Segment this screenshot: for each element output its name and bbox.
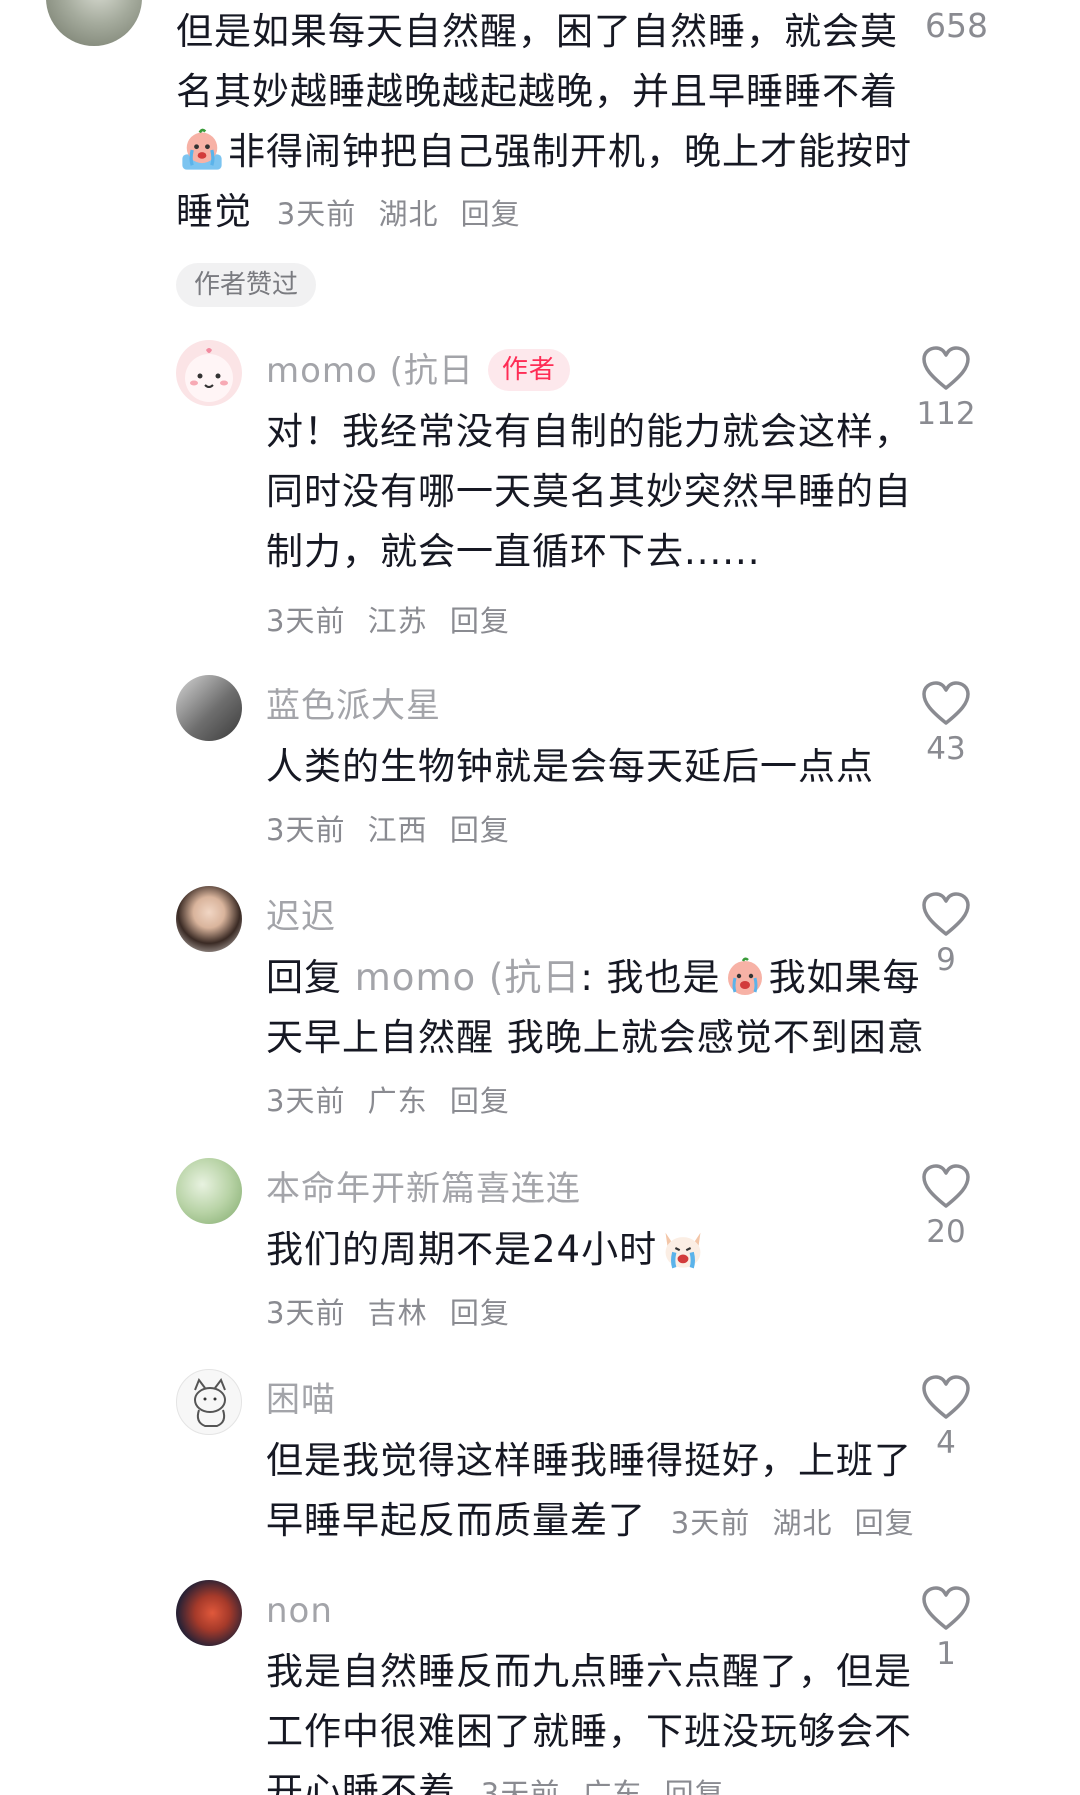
timestamp: 3天前 — [266, 813, 346, 847]
like-count: 658 — [925, 6, 988, 45]
comment-meta: 3天前 吉林 回复 — [266, 1290, 522, 1332]
reply-prefix: 回复 — [266, 956, 342, 999]
heart-icon — [922, 346, 970, 390]
location: 吉林 — [367, 1296, 428, 1330]
author-liked-badge: 作者赞过 — [176, 263, 317, 307]
comment-meta: 3天前 江苏 回复 — [266, 598, 522, 640]
reply-button[interactable]: 回复 — [461, 197, 521, 231]
like-button[interactable]: 112 — [916, 346, 976, 432]
heart-icon — [922, 892, 970, 936]
avatar[interactable] — [176, 886, 242, 952]
timestamp: 3天前 — [266, 1296, 346, 1330]
reply-button[interactable]: 回复 — [450, 604, 510, 638]
crying-dog-emoji-icon — [665, 1232, 701, 1269]
location: 湖北 — [772, 1506, 833, 1540]
comment-meta: 3天前 广东 回复 — [266, 1078, 522, 1120]
like-button[interactable]: 9 — [916, 892, 976, 978]
heart-icon — [922, 1375, 970, 1419]
crying-emoji-icon — [727, 957, 762, 995]
heart-icon — [922, 681, 970, 725]
username[interactable]: momo (抗日 作者 — [266, 347, 570, 395]
avatar[interactable] — [46, 0, 142, 46]
like-count: 112 — [916, 396, 976, 432]
timestamp: 3天前 — [266, 1084, 346, 1118]
timestamp: 3天前 — [670, 1506, 751, 1540]
reply-button[interactable]: 回复 — [450, 1084, 510, 1118]
reply-button[interactable]: 回复 — [450, 1296, 510, 1330]
crying-emoji-icon — [182, 128, 222, 170]
username[interactable]: 蓝色派大星 — [266, 682, 441, 730]
pink-character-icon — [185, 348, 233, 402]
like-count: 4 — [936, 1425, 956, 1461]
comment-meta: 3天前 江西 回复 — [266, 807, 522, 849]
like-button[interactable]: 1 — [916, 1586, 976, 1672]
comment-text: 回复 momo (抗日: 我也是 我如果每 天早上自然醒 我晚上就会感觉不到困意 — [266, 956, 925, 1059]
reply-to-username[interactable]: momo (抗日 — [355, 956, 581, 999]
comment-meta: 3天前 湖北 回复 — [671, 1506, 927, 1540]
timestamp: 3天前 — [266, 604, 346, 638]
comment-text: 但是如果每天自然醒，困了自然睡，就会莫 名其妙越睡越晚越起越晚，并且早睡睡不着 … — [176, 10, 912, 233]
comment-text: 人类的生物钟就是会每天延后一点点 — [266, 745, 874, 788]
like-count: 43 — [926, 731, 966, 767]
like-count: 9 — [936, 942, 956, 978]
location: 广东 — [582, 1777, 643, 1795]
reply-button[interactable]: 回复 — [450, 813, 510, 847]
username[interactable]: 困喵 — [266, 1376, 336, 1424]
timestamp: 3天前 — [480, 1777, 561, 1795]
avatar[interactable] — [176, 340, 242, 406]
comment-meta: 3天前 广东 回复 — [481, 1777, 737, 1795]
like-count: 20 — [926, 1214, 966, 1250]
heart-icon — [922, 1164, 970, 1208]
avatar[interactable] — [176, 1369, 242, 1435]
like-button[interactable]: 43 — [916, 681, 976, 767]
heart-icon — [922, 1586, 970, 1630]
reply-button[interactable]: 回复 — [665, 1777, 725, 1795]
reply-button[interactable]: 回复 — [855, 1506, 915, 1540]
avatar[interactable] — [176, 1158, 242, 1224]
comment-meta: 3天前 湖北 回复 — [277, 197, 533, 231]
username[interactable]: 迟迟 — [266, 893, 336, 941]
location: 江西 — [367, 813, 428, 847]
location: 广东 — [367, 1084, 428, 1118]
author-badge: 作者 — [487, 349, 570, 391]
like-button[interactable]: 4 — [916, 1375, 976, 1461]
cat-sketch-icon — [194, 1377, 226, 1427]
comment-text: 但是我觉得这样睡我睡得挺好，上班了 早睡早起反而质量差了 3天前 湖北 回复 — [266, 1431, 946, 1553]
like-button[interactable]: 20 — [916, 1164, 976, 1250]
comment-text: 我是自然睡反而九点睡六点醒了，但是 工作中很难困了就睡，下班没玩够会不 开心睡不… — [266, 1642, 946, 1795]
avatar[interactable] — [176, 1580, 242, 1646]
comment-text: 对！我经常没有自制的能力就会这样， 同时没有哪一天莫名其妙突然早睡的自 制力，就… — [266, 410, 912, 573]
location: 湖北 — [378, 197, 439, 231]
comment-text: 我们的周期不是24小时 — [266, 1220, 946, 1280]
username[interactable]: non — [266, 1587, 333, 1635]
username[interactable]: 本命年开新篇喜连连 — [266, 1165, 581, 1213]
location: 江苏 — [367, 604, 428, 638]
timestamp: 3天前 — [276, 197, 357, 231]
like-count: 1 — [936, 1636, 956, 1672]
avatar[interactable] — [176, 675, 242, 741]
